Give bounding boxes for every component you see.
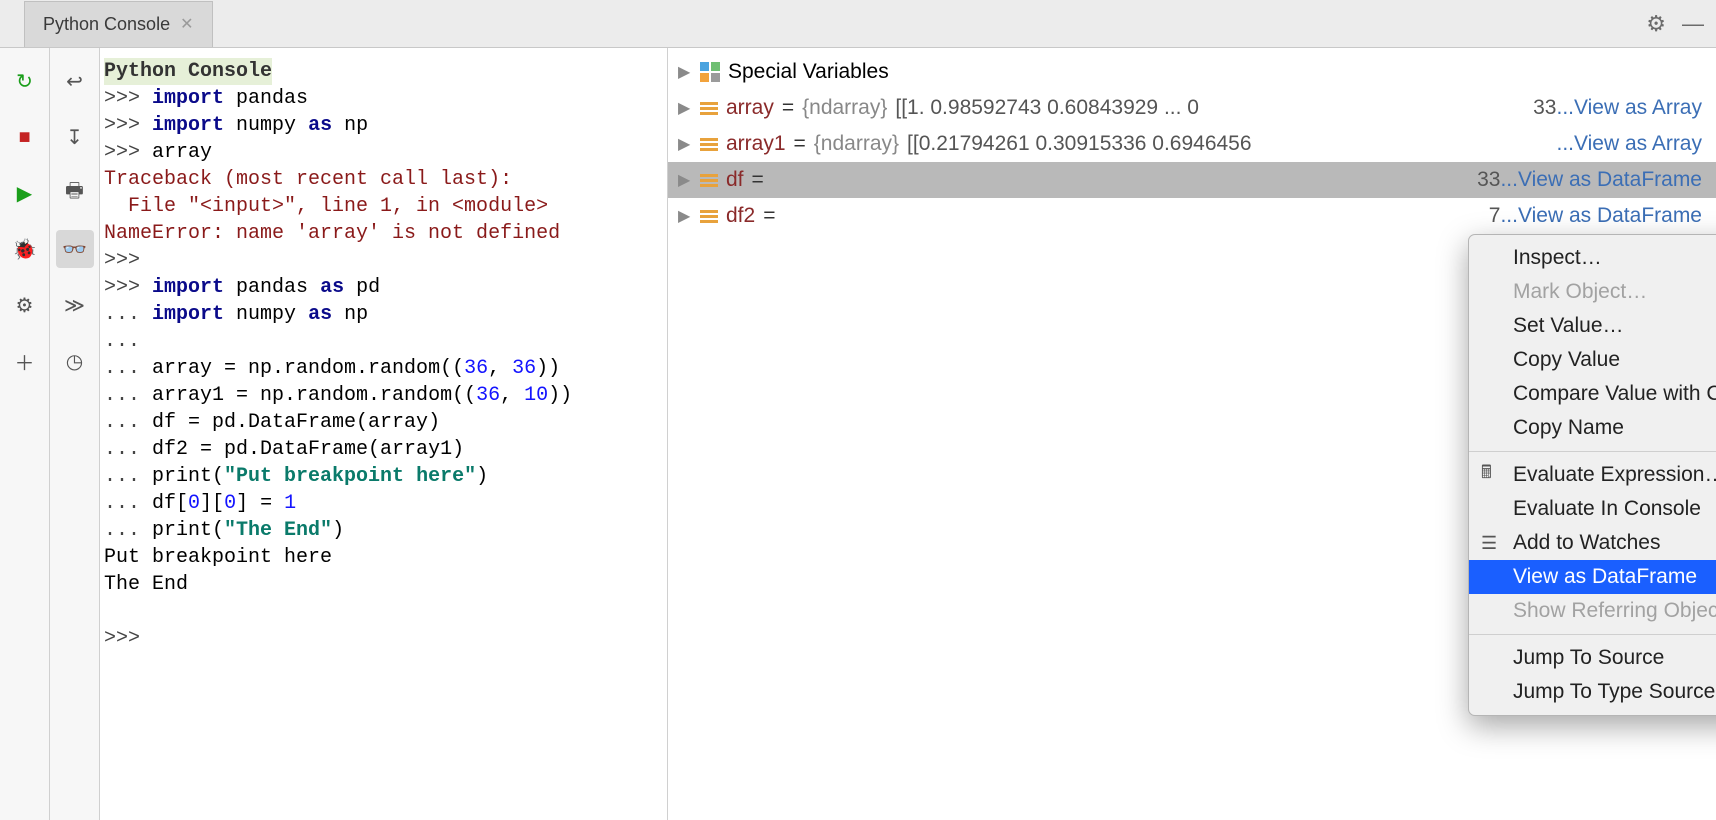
view-as-link[interactable]: 7...View as DataFrame — [1489, 204, 1716, 228]
var-row-array[interactable]: ▶ array = {ndarray} [[1. 0.98592743 0.608… — [668, 90, 1716, 126]
menu-item-label: Add to Watches — [1513, 531, 1660, 555]
equals: = — [782, 96, 794, 120]
chevron-right-icon[interactable]: ▶ — [678, 170, 692, 190]
minimize-icon[interactable]: — — [1682, 11, 1704, 37]
variable-icon — [700, 138, 718, 151]
rerun-button[interactable]: ↻ — [6, 62, 44, 100]
settings-button[interactable]: ⚙ — [6, 286, 44, 324]
var-value-tail: 33 — [1533, 96, 1556, 119]
var-type: {ndarray} — [802, 96, 887, 120]
view-as-link[interactable]: 33...View as Array — [1533, 96, 1716, 120]
close-icon[interactable]: ✕ — [180, 14, 193, 34]
clock-button[interactable]: ◷ — [56, 342, 94, 380]
menu-item-label: Copy Name — [1513, 416, 1624, 440]
var-name: df — [726, 168, 744, 192]
debug-button[interactable]: 🐞 — [6, 230, 44, 268]
var-value-tail: 33 — [1477, 168, 1500, 191]
var-name: df2 — [726, 204, 755, 228]
scroll-end-button[interactable]: ↧ — [56, 118, 94, 156]
console-output[interactable]: Python Console >>> import pandas >>> imp… — [100, 48, 668, 820]
context-menu: Inspect…Mark Object…F11Set Value…F2Copy … — [1468, 234, 1716, 716]
menu-item-inspect[interactable]: Inspect… — [1469, 241, 1716, 275]
special-vars-icon — [700, 62, 720, 82]
menu-item-evaluate-in-console[interactable]: Evaluate In Console — [1469, 492, 1716, 526]
sidebar-actions: ↻ ■ ▶ 🐞 ⚙ ＋ — [0, 48, 50, 820]
history-button[interactable]: ≫ — [56, 286, 94, 324]
menu-item-set-value[interactable]: Set Value…F2 — [1469, 309, 1716, 343]
view-as-link[interactable]: ...View as Array — [1556, 132, 1716, 156]
chevron-right-icon[interactable]: ▶ — [678, 134, 692, 154]
menu-item-label: Jump To Source — [1513, 646, 1664, 670]
stop-button[interactable]: ■ — [6, 118, 44, 156]
menu-item-evaluate-expression[interactable]: 🖩Evaluate Expression…⌥F8 — [1469, 458, 1716, 492]
variable-icon — [700, 174, 718, 187]
titlebar: Python Console ✕ ⚙ — — [0, 0, 1716, 48]
softwrap-button[interactable]: ↩ — [56, 62, 94, 100]
run-button[interactable]: ▶ — [6, 174, 44, 212]
variable-icon — [700, 210, 718, 223]
menu-item-label: Jump To Type Source — [1513, 680, 1715, 704]
tab-title: Python Console — [43, 14, 170, 35]
menu-item-label: Show Referring Objects… — [1513, 599, 1716, 623]
equals: = — [752, 168, 764, 192]
view-as-link[interactable]: 33...View as DataFrame — [1477, 168, 1716, 192]
menu-separator — [1469, 451, 1716, 452]
var-name: array — [726, 96, 774, 120]
menu-item-copy-value[interactable]: Copy Value⌘C — [1469, 343, 1716, 377]
variable-icon — [700, 102, 718, 115]
watches-icon: ☰ — [1481, 533, 1497, 554]
tab-python-console[interactable]: Python Console ✕ — [24, 1, 213, 47]
chevron-right-icon[interactable]: ▶ — [678, 98, 692, 118]
menu-item-label: View as DataFrame — [1513, 565, 1697, 589]
menu-item-view-as-dataframe[interactable]: View as DataFrame — [1469, 560, 1716, 594]
calculator-icon: 🖩 — [1481, 460, 1492, 490]
main: ↻ ■ ▶ 🐞 ⚙ ＋ ↩ ↧ 🖶 👓 ≫ ◷ Python Console >… — [0, 48, 1716, 820]
menu-item-label: Set Value… — [1513, 314, 1624, 338]
menu-item-label: Evaluate In Console — [1513, 497, 1701, 521]
menu-item-copy-name[interactable]: Copy Name — [1469, 411, 1716, 445]
menu-item-label: Compare Value with Clipboard — [1513, 382, 1716, 406]
menu-item-compare-value-with-clipboard[interactable]: Compare Value with Clipboard — [1469, 377, 1716, 411]
var-row-df2[interactable]: ▶ df2 = 7...View as DataFrame — [668, 198, 1716, 234]
var-row-df[interactable]: ▶ df = 33...View as DataFrame — [668, 162, 1716, 198]
menu-item-mark-object: Mark Object…F11 — [1469, 275, 1716, 309]
var-row-array1[interactable]: ▶ array1 = {ndarray} [[0.21794261 0.30915… — [668, 126, 1716, 162]
menu-item-label: Copy Value — [1513, 348, 1620, 372]
menu-item-jump-to-source[interactable]: Jump To SourceF4 — [1469, 641, 1716, 675]
add-button[interactable]: ＋ — [6, 342, 44, 380]
menu-item-label: Mark Object… — [1513, 280, 1647, 304]
var-row-special[interactable]: ▶ Special Variables — [668, 54, 1716, 90]
menu-item-jump-to-type-source[interactable]: Jump To Type Source⇧F4 — [1469, 675, 1716, 709]
var-value: [[0.21794261 0.30915336 0.6946456 — [907, 132, 1252, 156]
menu-item-label: Evaluate Expression… — [1513, 463, 1716, 487]
gear-icon[interactable]: ⚙ — [1646, 11, 1666, 37]
variables-panel: ▶ Special Variables ▶ array = {ndarray} [… — [668, 48, 1716, 820]
menu-item-add-to-watches[interactable]: ☰ Add to Watches — [1469, 526, 1716, 560]
chevron-right-icon[interactable]: ▶ — [678, 206, 692, 226]
var-name: array1 — [726, 132, 786, 156]
special-vars-label: Special Variables — [728, 60, 889, 84]
menu-separator — [1469, 634, 1716, 635]
show-vars-button[interactable]: 👓 — [56, 230, 94, 268]
var-type: {ndarray} — [814, 132, 899, 156]
var-value: [[1. 0.98592743 0.60843929 ... 0 — [895, 96, 1199, 120]
menu-item-label: Inspect… — [1513, 246, 1602, 270]
equals: = — [794, 132, 806, 156]
equals: = — [763, 204, 775, 228]
var-value-tail: 7 — [1489, 204, 1501, 227]
chevron-right-icon[interactable]: ▶ — [678, 62, 692, 82]
sidebar-view: ↩ ↧ 🖶 👓 ≫ ◷ — [50, 48, 100, 820]
print-button[interactable]: 🖶 — [56, 174, 94, 212]
menu-item-show-referring-objects: Show Referring Objects… — [1469, 594, 1716, 628]
